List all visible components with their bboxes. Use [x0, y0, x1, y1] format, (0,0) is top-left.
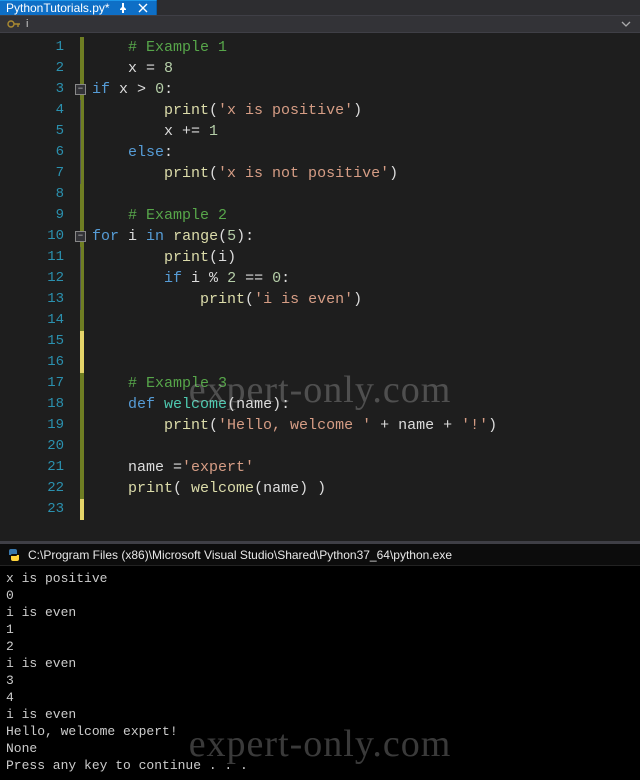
- code-line[interactable]: if x > 0:−: [88, 79, 640, 100]
- line-number: 4: [0, 100, 78, 121]
- code-line[interactable]: # Example 1: [88, 37, 640, 58]
- line-number: 17: [0, 373, 78, 394]
- code-line[interactable]: print( welcome(name) ): [88, 478, 640, 499]
- code-line[interactable]: [88, 310, 640, 331]
- line-number: 19: [0, 415, 78, 436]
- line-number: 9: [0, 205, 78, 226]
- console-title: C:\Program Files (x86)\Microsoft Visual …: [28, 548, 452, 562]
- line-number: 13: [0, 289, 78, 310]
- code-line[interactable]: x = 8: [88, 58, 640, 79]
- line-number: 8: [0, 184, 78, 205]
- pin-icon[interactable]: [116, 1, 130, 15]
- fold-toggle-icon[interactable]: −: [75, 84, 86, 95]
- line-number: 5: [0, 121, 78, 142]
- navigation-bar: i: [0, 16, 640, 33]
- ide-window: PythonTutorials.py* i 123456789101112131…: [0, 0, 640, 780]
- scope-indicator[interactable]: i: [26, 18, 28, 30]
- code-line[interactable]: print('x is not positive'): [88, 163, 640, 184]
- line-number: 7: [0, 163, 78, 184]
- code-line[interactable]: print('Hello, welcome ' + name + '!'): [88, 415, 640, 436]
- code-line[interactable]: print('x is positive'): [88, 100, 640, 121]
- python-icon: [6, 547, 22, 563]
- line-number: 11: [0, 247, 78, 268]
- line-number: 18: [0, 394, 78, 415]
- file-tab-label: PythonTutorials.py*: [6, 1, 110, 15]
- line-number: 22: [0, 478, 78, 499]
- fold-guide: [80, 247, 81, 310]
- code-line[interactable]: [88, 184, 640, 205]
- console-titlebar: C:\Program Files (x86)\Microsoft Visual …: [0, 544, 640, 566]
- line-number: 15: [0, 331, 78, 352]
- chevron-down-icon[interactable]: [618, 16, 634, 32]
- code-line[interactable]: [88, 352, 640, 373]
- code-line[interactable]: # Example 3: [88, 373, 640, 394]
- fold-guide: [80, 100, 81, 184]
- line-number: 23: [0, 499, 78, 520]
- output-console: C:\Program Files (x86)\Microsoft Visual …: [0, 544, 640, 780]
- console-output[interactable]: x is positive 0 i is even 1 2 i is even …: [0, 566, 640, 780]
- change-marker-unsaved: [80, 331, 84, 352]
- line-number: 16: [0, 352, 78, 373]
- code-line[interactable]: def welcome(name):: [88, 394, 640, 415]
- line-number: 10: [0, 226, 78, 247]
- line-number: 12: [0, 268, 78, 289]
- change-marker-unsaved: [80, 352, 84, 373]
- line-number: 6: [0, 142, 78, 163]
- code-line[interactable]: name ='expert': [88, 457, 640, 478]
- code-editor[interactable]: 1234567891011121314151617181920212223 # …: [0, 33, 640, 541]
- code-content[interactable]: # Example 1 x = 8if x > 0:− print('x is …: [88, 33, 640, 541]
- line-number-gutter: 1234567891011121314151617181920212223: [0, 33, 78, 541]
- line-number: 21: [0, 457, 78, 478]
- code-line[interactable]: [88, 499, 640, 520]
- line-number: 20: [0, 436, 78, 457]
- change-marker-unsaved: [80, 499, 84, 520]
- code-line[interactable]: x += 1: [88, 121, 640, 142]
- code-line[interactable]: if i % 2 == 0:: [88, 268, 640, 289]
- tab-strip: PythonTutorials.py*: [0, 0, 640, 16]
- key-icon: [6, 16, 22, 32]
- line-number: 2: [0, 58, 78, 79]
- code-line[interactable]: print(i): [88, 247, 640, 268]
- code-line[interactable]: [88, 436, 640, 457]
- file-tab-active[interactable]: PythonTutorials.py*: [0, 0, 157, 15]
- code-line[interactable]: else:: [88, 142, 640, 163]
- close-icon[interactable]: [136, 1, 150, 15]
- line-number: 3: [0, 79, 78, 100]
- line-number: 14: [0, 310, 78, 331]
- fold-toggle-icon[interactable]: −: [75, 231, 86, 242]
- code-line[interactable]: [88, 331, 640, 352]
- code-line[interactable]: for i in range(5):−: [88, 226, 640, 247]
- code-line[interactable]: # Example 2: [88, 205, 640, 226]
- code-line[interactable]: print('i is even'): [88, 289, 640, 310]
- change-marker-saved: [80, 373, 84, 499]
- line-number: 1: [0, 37, 78, 58]
